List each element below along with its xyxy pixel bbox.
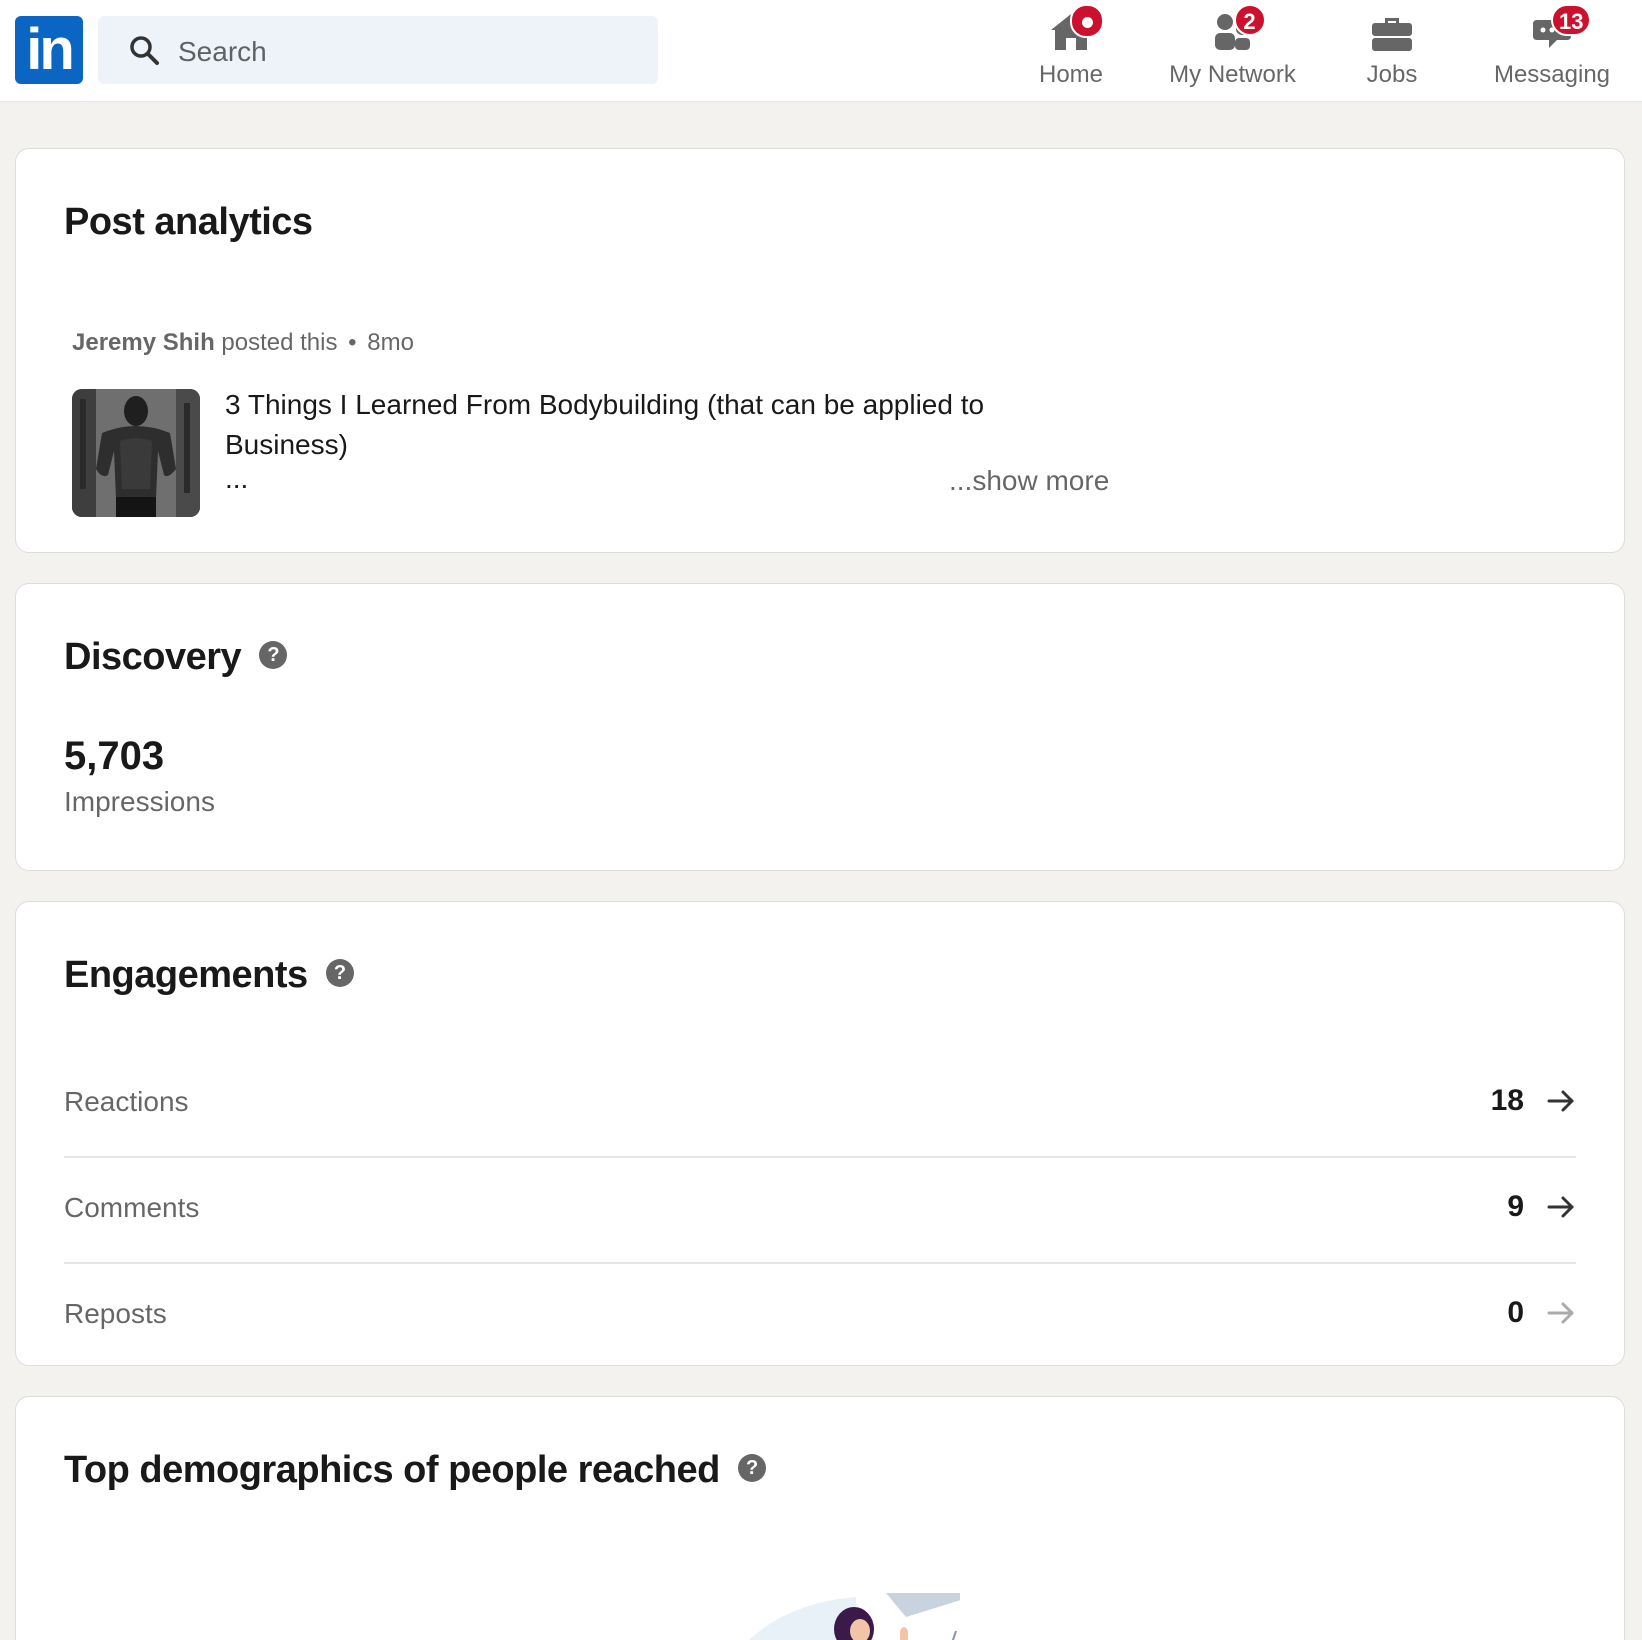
help-icon[interactable]: ? [737, 1453, 766, 1482]
demographics-heading-text: Top demographics of people reached [64, 1449, 720, 1491]
engagement-row-comments[interactable]: Comments 9 [64, 1158, 1576, 1264]
post-age: 8mo [367, 329, 414, 356]
discovery-heading: Discovery? [64, 636, 288, 679]
my-network-badge: 2 [1233, 4, 1266, 36]
briefcase-icon [1372, 18, 1412, 51]
person-photo-icon [72, 389, 200, 517]
nav-item-jobs[interactable]: Jobs [1360, 6, 1424, 96]
messaging-badge: 13 [1551, 4, 1592, 36]
search-input[interactable]: Search [98, 16, 658, 84]
author-name[interactable]: Jeremy Shih [72, 329, 215, 356]
top-nav: in Search Home 2 My Network Jobs 13 Mess… [0, 0, 1642, 102]
engagement-row-reposts: Reposts 0 [64, 1264, 1576, 1370]
demographics-heading: Top demographics of people reached? [64, 1449, 766, 1492]
search-placeholder: Search [178, 36, 267, 67]
post-thumbnail[interactable] [72, 389, 200, 517]
nav-label-messaging: Messaging [1493, 61, 1611, 88]
impressions-value: 5,703 [64, 734, 165, 778]
help-icon[interactable]: ? [259, 640, 288, 669]
separator-dot: • [348, 329, 357, 356]
author-action: posted this [221, 329, 338, 356]
help-icon[interactable]: ? [325, 958, 354, 987]
nav-item-my-network[interactable]: 2 My Network [1160, 4, 1305, 96]
discovery-card: Discovery? 5,703 Impressions [15, 583, 1625, 871]
nav-label-jobs: Jobs [1366, 61, 1418, 88]
demographics-card: Top demographics of people reached? [15, 1396, 1625, 1640]
post-title[interactable]: 3 Things I Learned From Bodybuilding (th… [225, 385, 1045, 465]
row-label: Comments [64, 1192, 200, 1223]
row-label: Reactions [64, 1086, 189, 1117]
discovery-heading-text: Discovery [64, 636, 242, 678]
arrow-right-icon [1547, 1196, 1574, 1218]
nav-item-home[interactable]: Home [1032, 4, 1110, 96]
nav-item-messaging[interactable]: 13 Messaging [1488, 4, 1616, 96]
linkedin-logo[interactable]: in [15, 16, 83, 84]
arrow-right-icon [1547, 1302, 1574, 1324]
nav-label-home: Home [1038, 61, 1104, 88]
engagements-heading-text: Engagements [64, 954, 308, 996]
row-label: Reposts [64, 1298, 167, 1329]
impressions-label: Impressions [64, 786, 215, 817]
engagements-card: Engagements? Reactions 18 Comments 9 Rep… [15, 901, 1625, 1366]
row-value: 18 [1490, 1084, 1524, 1117]
post-author-line: Jeremy Shih posted this • 8mo [72, 329, 414, 357]
home-notification-dot [1070, 4, 1104, 38]
show-more-link[interactable]: ...show more [949, 465, 1109, 497]
post-ellipsis: ... [225, 463, 249, 494]
search-icon [130, 36, 159, 65]
nav-label-my-network: My Network [1169, 61, 1296, 88]
engagement-row-reactions[interactable]: Reactions 18 [64, 1052, 1576, 1158]
engagements-heading: Engagements? [64, 954, 354, 997]
row-value: 9 [1507, 1190, 1524, 1223]
row-value: 0 [1507, 1296, 1524, 1329]
demographics-illustration [749, 1593, 964, 1640]
post-analytics-card: Post analytics Jeremy Shih posted this •… [15, 148, 1625, 553]
post-analytics-heading: Post analytics [64, 201, 313, 243]
arrow-right-icon [1547, 1090, 1574, 1112]
